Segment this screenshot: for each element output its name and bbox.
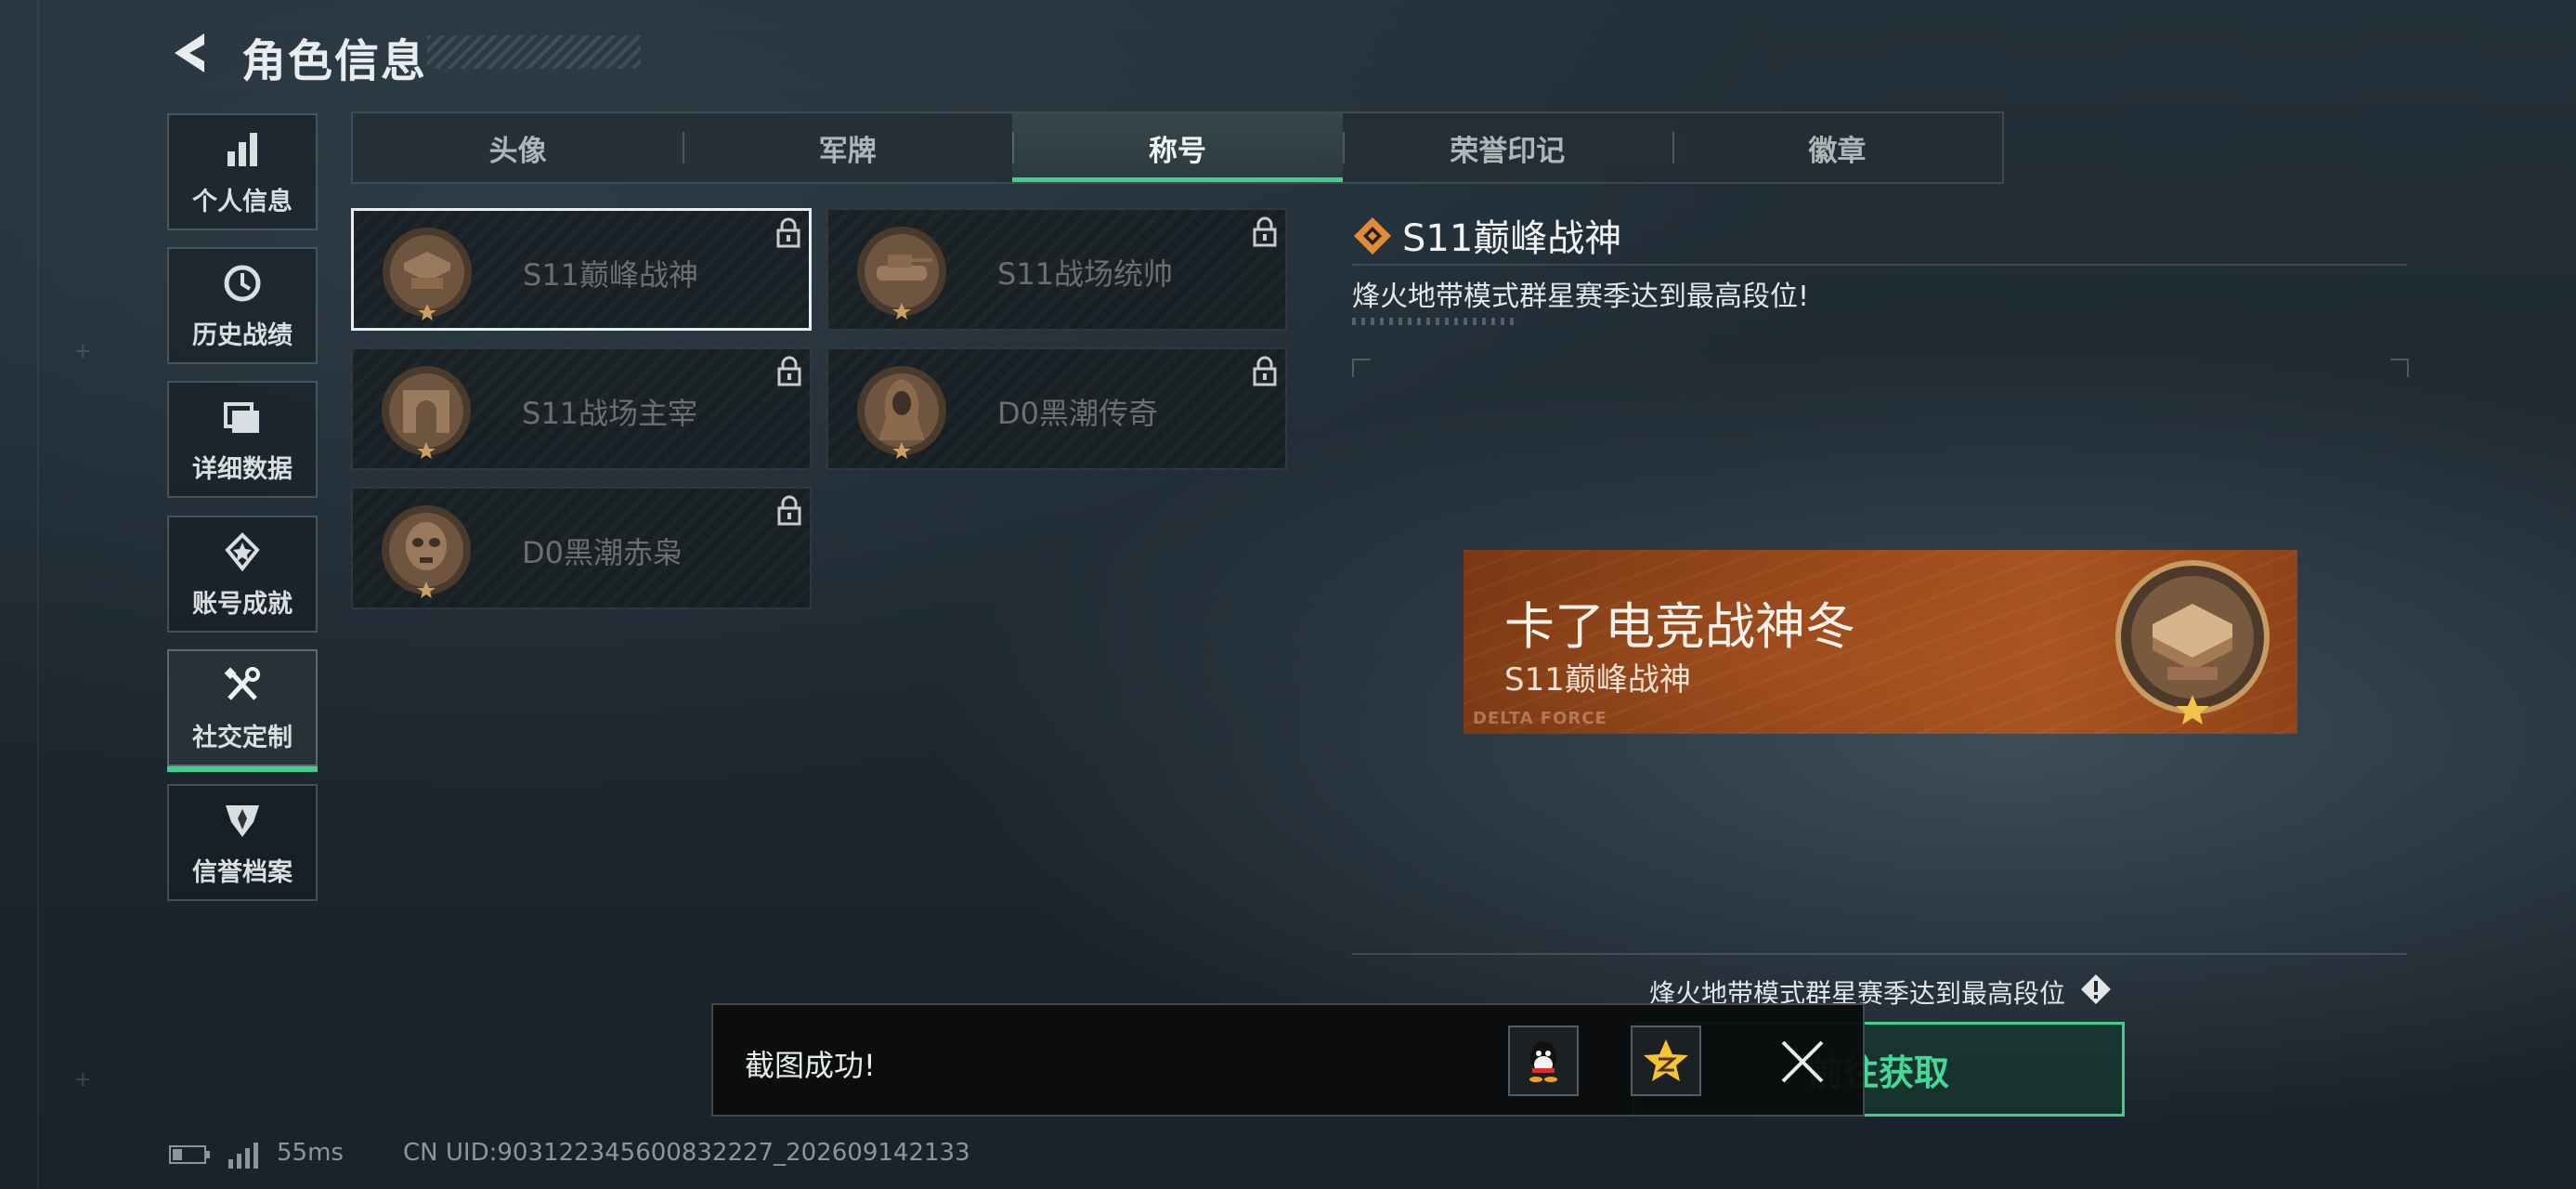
info-diamond-icon[interactable]: [2080, 973, 2112, 1005]
battery-icon: [169, 1145, 210, 1164]
lock-icon: [776, 217, 800, 248]
title-card-label: D0黑潮赤枭: [522, 535, 683, 570]
sidebar-item-social-custom[interactable]: 社交定制: [167, 649, 318, 772]
qq-icon: [1529, 1041, 1557, 1082]
tab-badge[interactable]: 徽章: [1672, 113, 2002, 182]
sidebar-item-label: 社交定制: [192, 724, 293, 752]
lock-icon: [777, 356, 801, 386]
screenshot-toast: 截图成功!: [711, 1003, 1865, 1117]
clock-icon: [224, 265, 261, 302]
close-icon[interactable]: [1777, 1037, 1828, 1087]
decoration-ticks: [1352, 318, 1519, 325]
diamond-rank-icon: [1354, 217, 1391, 255]
sidebar-item-label: 个人信息: [192, 188, 293, 216]
title-card[interactable]: S11巅峰战神: [351, 208, 812, 331]
tab-honor-mark[interactable]: 荣誉印记: [1342, 113, 1672, 182]
divider: [1352, 264, 2407, 266]
bar-chart-icon: [228, 133, 257, 166]
crosshair-decoration: +: [74, 340, 92, 363]
tank-medal-icon: [857, 227, 946, 320]
tab-avatar[interactable]: 头像: [353, 113, 683, 182]
divider: [1352, 953, 2407, 955]
sidebar-item-personal-info[interactable]: 个人信息: [167, 113, 318, 230]
sidebar-item-history[interactable]: 历史战绩: [167, 247, 318, 364]
share-qzone-button[interactable]: [1631, 1026, 1701, 1096]
tools-icon: [224, 667, 260, 700]
frame-corner: [2390, 359, 2409, 377]
signal-icon: [228, 1143, 258, 1169]
qzone-icon: [1644, 1039, 1688, 1081]
sidebar-item-reputation[interactable]: 信誉档案: [167, 784, 318, 901]
title-decoration: [427, 35, 641, 69]
page-title: 角色信息: [241, 35, 428, 87]
sidebar-item-achievements[interactable]: 账号成就: [167, 516, 318, 633]
sidebar-item-label: 历史战绩: [192, 321, 293, 350]
ping-value: 55ms: [277, 1139, 344, 1167]
sidebar-item-label: 信誉档案: [192, 858, 293, 887]
arch-medal-icon: [382, 366, 471, 459]
tab-dog-tag[interactable]: 军牌: [683, 113, 1012, 182]
frame-corner: [1352, 359, 1371, 377]
lock-icon: [1253, 356, 1277, 386]
title-card[interactable]: D0黑潮赤枭: [351, 487, 812, 609]
sidebar-item-detailed-data[interactable]: 详细数据: [167, 381, 318, 498]
toast-message: 截图成功!: [745, 1048, 876, 1083]
tab-title[interactable]: 称号: [1012, 113, 1343, 182]
back-arrow-icon[interactable]: [167, 30, 214, 76]
title-card-label: S11战场统帅: [997, 256, 1174, 292]
lock-icon: [777, 495, 801, 526]
tab-bar: 头像 军牌 称号 荣誉印记 徽章: [351, 111, 2004, 184]
sidebar-item-label: 账号成就: [192, 590, 293, 619]
detail-description: 烽火地带模式群星赛季达到最高段位!: [1352, 281, 1810, 313]
title-card[interactable]: S11战场主宰: [351, 347, 812, 470]
trophy-plate-medal-icon: [383, 228, 472, 320]
sidebar-item-label: 详细数据: [192, 455, 293, 484]
title-card-label: S11巅峰战神: [523, 257, 699, 293]
crosshair-decoration: +: [74, 1068, 92, 1091]
title-banner-preview: 卡了电竞战神冬 S11巅峰战神 DELTA FORCE: [1464, 550, 2297, 734]
achievement-star-icon: [225, 532, 260, 572]
share-qq-button[interactable]: [1508, 1026, 1579, 1096]
title-card-label: S11战场主宰: [522, 396, 698, 431]
background-decoration: [37, 0, 39, 1189]
hooded-figure-medal-icon: [857, 366, 946, 459]
folder-icon: [224, 402, 259, 433]
trophy-plate-medal-icon: [2115, 560, 2270, 725]
shield-wing-icon: [226, 805, 259, 837]
banner-title: S11巅峰战神: [1504, 661, 1691, 699]
title-card[interactable]: S11战场统帅: [826, 208, 1287, 331]
lock-icon: [1253, 216, 1277, 247]
detail-title: S11巅峰战神: [1402, 217, 1622, 260]
skull-mask-medal-icon: [382, 505, 471, 598]
banner-brand-logo: DELTA FORCE: [1473, 709, 1607, 728]
title-card[interactable]: D0黑潮传奇: [826, 347, 1287, 470]
banner-player-name: 卡了电竞战神冬: [1504, 597, 1855, 656]
title-card-label: D0黑潮传奇: [997, 396, 1159, 431]
user-uid: CN UID:903122345600832227_202609142133: [403, 1139, 970, 1167]
